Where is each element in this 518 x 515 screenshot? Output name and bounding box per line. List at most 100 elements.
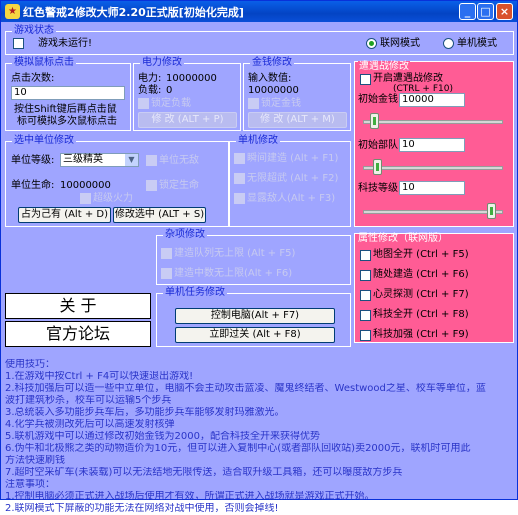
- tech-level-slider-track[interactable]: [363, 210, 503, 214]
- single-mode-label[interactable]: 单机模式: [457, 38, 497, 50]
- tech-level-slider-thumb[interactable]: [487, 203, 497, 219]
- enable-hegemony-checkbox[interactable]: [360, 74, 371, 85]
- online-mode-radio[interactable]: [366, 38, 377, 49]
- app-icon: ★: [5, 4, 20, 19]
- initial-money-label: 初始金钱: [358, 94, 398, 105]
- about-button[interactable]: 关 于: [5, 293, 151, 319]
- money-modify-button[interactable]: 修 改 (ALT + M): [248, 112, 347, 128]
- initial-money-slider-thumb[interactable]: [369, 113, 379, 129]
- selected-unit-group: 选中单位修改 单位等级: 三级精英 ▼ 单位无敌 单位生命: 10000000 …: [5, 135, 229, 227]
- tech-all-label[interactable]: 科技全开 (Ctrl + F8): [373, 309, 469, 321]
- unit-life-label: 单位生命:: [11, 180, 55, 191]
- online-mode-label[interactable]: 联网模式: [380, 38, 420, 50]
- tech-level-label: 科技等级: [358, 183, 398, 194]
- super-fire-checkbox[interactable]: [80, 193, 91, 204]
- unit-level-label: 单位等级:: [11, 155, 55, 166]
- unit-level-select[interactable]: 三级精英 ▼: [60, 153, 139, 167]
- window-title: 红色警戒2修改大师2.20正式版[初始化完成]: [23, 6, 244, 19]
- lock-life-label: 锁定生命: [159, 180, 199, 191]
- lock-money-checkbox[interactable]: [248, 98, 259, 109]
- psychic-detect-checkbox[interactable]: [360, 290, 371, 301]
- chevron-down-icon[interactable]: ▼: [125, 154, 138, 166]
- initial-money-slider-track[interactable]: [363, 120, 503, 124]
- power-modify-button[interactable]: 修 改 (ALT + P): [138, 112, 237, 128]
- lock-life-checkbox[interactable]: [146, 180, 157, 191]
- occupy-button[interactable]: 占为己有 (Alt + D): [18, 207, 111, 223]
- unlimited-superweapon-label: 无限超武 (Alt + F2): [247, 173, 339, 184]
- initial-units-input[interactable]: 10: [399, 138, 465, 152]
- tips-panel: 使用技巧： 1.在游戏中按Ctrl + F4可以快速退出游戏! 2.科技加强后可…: [5, 359, 517, 515]
- hegemony-group: 遭遇战修改 开启遭遇战修改 (CTRL + F10) 初始金钱 10000 初始…: [354, 61, 514, 227]
- reveal-enemy-checkbox[interactable]: [234, 193, 245, 204]
- control-ai-button[interactable]: 控制电脑(Alt + F7): [175, 308, 335, 324]
- mission-group-label: 单机任务修改: [163, 287, 227, 299]
- power-group: 电力修改 电力: 10000000 负载: 0 锁定负载 修 改 (ALT + …: [133, 57, 241, 131]
- tips-line: 4.化学兵被测改死后可以高速发射核弹: [5, 419, 175, 430]
- close-button[interactable]: ×: [496, 3, 513, 20]
- tips-line: 1.在游戏中按Ctrl + F4可以快速退出游戏!: [5, 371, 194, 382]
- tech-boost-label[interactable]: 科技加强 (Ctrl + F9): [373, 329, 469, 341]
- initial-units-slider-track[interactable]: [363, 166, 503, 170]
- single-mode-group: 单机修改 瞬间建造 (Alt + F1) 无限超武 (Alt + F2) 显露敌…: [229, 135, 351, 227]
- attributes-group: 属性修改（联网版） 地图全开 (Ctrl + F5) 随处建造 (Ctrl + …: [354, 233, 514, 343]
- mouse-hint-line2: 标可模拟多次鼠标点击: [17, 116, 117, 127]
- money-group-label: 金钱修改: [250, 57, 294, 69]
- power-value[interactable]: 10000000: [166, 73, 217, 85]
- game-status-label: 游戏状态: [12, 25, 56, 37]
- unlimited-superweapon-checkbox[interactable]: [234, 173, 245, 184]
- tips-line: 方法快速刷钱: [5, 455, 65, 466]
- single-mode-radio[interactable]: [443, 38, 454, 49]
- attributes-label: 属性修改（联网版）: [358, 233, 448, 244]
- minimize-button[interactable]: _: [459, 3, 476, 20]
- build-count-checkbox[interactable]: [161, 268, 172, 279]
- build-queue-checkbox[interactable]: [161, 248, 172, 259]
- game-status-text: 游戏未运行!: [38, 38, 93, 49]
- initial-money-input[interactable]: 10000: [399, 93, 465, 107]
- instant-build-checkbox[interactable]: [234, 153, 245, 164]
- tips-line: 2.科技加强后可以造一些中立单位，电脑不会主动攻击蓝凌、魔鬼终结者、Westwo…: [5, 383, 486, 394]
- initial-units-slider-thumb[interactable]: [373, 159, 383, 175]
- power-label: 电力:: [138, 73, 162, 84]
- unit-level-value: 三级精英: [63, 154, 103, 165]
- modify-selected-button[interactable]: 修改选中 (ALT + S): [113, 207, 206, 223]
- lock-load-checkbox[interactable]: [138, 98, 149, 109]
- mouse-hint-line1: 按住Shift键后再点击鼠: [14, 104, 117, 115]
- load-value[interactable]: 0: [166, 85, 172, 97]
- tips-line: 2.联网模式下屏蔽的功能无法在网络对战中使用，否则会掉线!: [5, 503, 279, 514]
- click-count-label: 点击次数:: [11, 73, 55, 84]
- map-reveal-checkbox[interactable]: [360, 250, 371, 261]
- win-mission-button[interactable]: 立即过关 (Alt + F8): [175, 327, 335, 343]
- tech-all-checkbox[interactable]: [360, 310, 371, 321]
- hegemony-label: 遭遇战修改: [358, 61, 410, 73]
- money-input[interactable]: 10000000: [248, 85, 299, 97]
- lock-money-label: 锁定金钱: [261, 98, 301, 109]
- title-bar[interactable]: ★ 红色警戒2修改大师2.20正式版[初始化完成] _ □ ×: [1, 1, 517, 22]
- build-anywhere-checkbox[interactable]: [360, 270, 371, 281]
- click-count-input[interactable]: 10: [11, 86, 125, 100]
- misc-group: 杂项修改 建造队列无上限 (Alt + F5) 建造中数无上限(Alt + F6…: [156, 229, 351, 285]
- tips-line: 波打建筑秒杀，校车可以运输5个步兵: [5, 395, 172, 406]
- tips-line: 5.联机游戏中可以通过修改初始金钱为2000，配合科技全开来获得优势: [5, 431, 320, 442]
- build-queue-label: 建造队列无上限 (Alt + F5): [174, 248, 296, 259]
- selected-unit-label: 选中单位修改: [12, 135, 76, 147]
- super-fire-label: 超级火力: [93, 193, 133, 204]
- game-status-group: 游戏状态 游戏未运行! 联网模式 单机模式: [5, 25, 514, 55]
- unit-life-input[interactable]: 10000000: [60, 180, 111, 192]
- tips-line: 6.伪牛和北极熊之类的动物造价为10元，但可以进入复制中心(或者部队回收站)卖2…: [5, 443, 471, 454]
- maximize-button[interactable]: □: [477, 3, 494, 20]
- forum-button[interactable]: 官方论坛: [5, 321, 151, 347]
- money-input-label: 输入数值:: [248, 73, 292, 84]
- map-reveal-label[interactable]: 地图全开 (Ctrl + F5): [373, 249, 469, 261]
- tech-level-input[interactable]: 10: [399, 181, 465, 195]
- reveal-enemy-label: 显露敌人(Alt + F3): [247, 193, 336, 204]
- psychic-detect-label[interactable]: 心灵探测 (Ctrl + F7): [373, 289, 469, 301]
- unit-invincible-checkbox[interactable]: [146, 155, 157, 166]
- game-status-checkbox: [13, 38, 24, 49]
- tech-boost-checkbox[interactable]: [360, 330, 371, 341]
- unit-invincible-label: 单位无敌: [159, 155, 199, 166]
- build-anywhere-label[interactable]: 随处建造 (Ctrl + F6): [373, 269, 469, 281]
- tips-line: 3.总统装入多功能步兵车后，多功能步兵车能够发射玛雅激光。: [5, 407, 285, 418]
- tips-line: 使用技巧：: [5, 359, 55, 370]
- tips-line: 注意事项：: [5, 479, 55, 490]
- misc-group-label: 杂项修改: [163, 229, 207, 241]
